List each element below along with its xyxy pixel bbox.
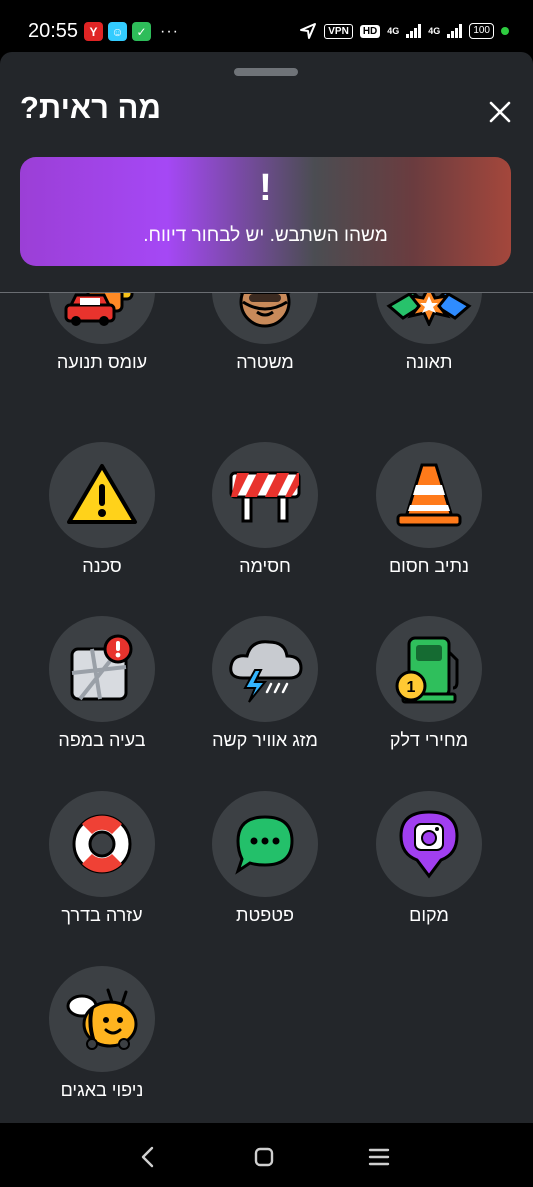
report-label: עזרה בדרך	[61, 905, 143, 925]
report-label: חסימה	[239, 556, 291, 576]
close-button[interactable]	[480, 92, 520, 132]
exclamation-icon: !	[259, 167, 272, 209]
report-tile-police[interactable]: משטרה	[190, 293, 340, 408]
report-label: מזג אוויר קשה	[212, 730, 318, 750]
road-barrier-icon	[229, 471, 301, 523]
home-button[interactable]	[246, 1139, 282, 1175]
report-label: ניפוי באגים	[60, 1080, 144, 1100]
report-tile-roadside-help[interactable]: עזרה בדרך	[27, 791, 177, 961]
shield-app-icon: ✓	[132, 22, 151, 41]
waze-app-icon: ☺	[108, 22, 127, 41]
report-label: תאונה	[405, 352, 453, 372]
recents-button[interactable]	[361, 1139, 397, 1175]
red-app-icon: Y	[84, 22, 103, 41]
report-tile-traffic[interactable]: עומס תנועה	[27, 293, 177, 408]
drag-handle[interactable]	[234, 68, 298, 76]
vpn-badge: VPN	[324, 23, 353, 39]
report-label: מקום	[409, 905, 449, 925]
storm-cloud-icon	[229, 640, 303, 703]
back-chevron-icon	[141, 1146, 154, 1168]
map-issue-icon	[70, 634, 133, 701]
location-arrow-icon	[300, 23, 317, 39]
report-tile-hazard[interactable]: סכנה	[27, 442, 177, 612]
notification-icons: Y ☺ ✓ ···	[84, 22, 179, 41]
lifebuoy-icon	[72, 814, 132, 874]
report-label: מחירי דלק	[389, 730, 469, 750]
error-banner: ! משהו השתבש. יש לבחור דיווח.	[20, 157, 511, 266]
gas-pump-icon: 1	[395, 636, 459, 704]
report-sheet: מה ראית? ! משהו השתבש. יש לבחור דיווח. ת…	[0, 52, 533, 1123]
more-notifications-icon: ···	[160, 22, 179, 40]
report-tile-chit-chat[interactable]: פטפטת	[190, 791, 340, 961]
system-nav-bar	[0, 1123, 533, 1187]
report-label: עומס תנועה	[56, 352, 148, 372]
report-tile-map-issue[interactable]: בעיה במפה	[27, 616, 177, 786]
status-time: 20:55	[28, 20, 79, 42]
report-grid: תאונה משטרה עומס תנועה נתיב חסום חסימה ס…	[0, 293, 533, 1123]
error-message: משהו השתבש. יש לבחור דיווח.	[143, 225, 388, 246]
report-tile-weather[interactable]: מזג אוויר קשה	[190, 616, 340, 786]
report-tile-debug[interactable]: ניפוי באגים	[27, 966, 177, 1123]
traffic-cone-icon	[396, 463, 462, 527]
report-label: בעיה במפה	[58, 730, 146, 750]
report-label: פטפטת	[236, 905, 294, 925]
report-label: סכנה	[82, 556, 122, 576]
report-label: נתיב חסום	[388, 556, 470, 576]
status-bar: 20:55 Y ☺ ✓ ··· VPN HD 4G 4G 100	[0, 0, 533, 60]
menu-lines-icon	[368, 1148, 390, 1166]
svg-text:1: 1	[407, 679, 416, 696]
network-type-2: 4G	[428, 26, 441, 36]
report-tile-lane-closed[interactable]: נתיב חסום	[354, 442, 504, 612]
sheet-title: מה ראית?	[20, 90, 161, 125]
network-type-1: 4G	[387, 26, 400, 36]
report-label: משטרה	[236, 352, 294, 372]
bug-bee-icon	[66, 988, 138, 1050]
privacy-indicator-dot	[501, 27, 509, 35]
signal-icon	[406, 24, 422, 38]
status-indicators: VPN HD 4G 4G 100	[299, 22, 509, 40]
hazard-warning-icon	[67, 464, 137, 524]
traffic-jam-icon	[64, 293, 134, 326]
crash-icon	[386, 293, 472, 326]
hd-badge: HD	[359, 24, 381, 38]
report-tile-place[interactable]: מקום	[354, 791, 504, 961]
signal-icon	[447, 24, 463, 38]
police-icon	[239, 293, 291, 328]
report-tile-gas-prices[interactable]: 1 מחירי דלק	[354, 616, 504, 786]
home-square-icon	[254, 1147, 274, 1167]
back-button[interactable]	[130, 1139, 166, 1175]
report-tile-crash[interactable]: תאונה	[354, 293, 504, 408]
close-icon	[489, 101, 511, 123]
chat-bubble-icon	[235, 815, 294, 875]
place-camera-icon	[399, 810, 459, 879]
report-tile-roadblock[interactable]: חסימה	[190, 442, 340, 612]
battery-icon: 100	[469, 23, 494, 39]
